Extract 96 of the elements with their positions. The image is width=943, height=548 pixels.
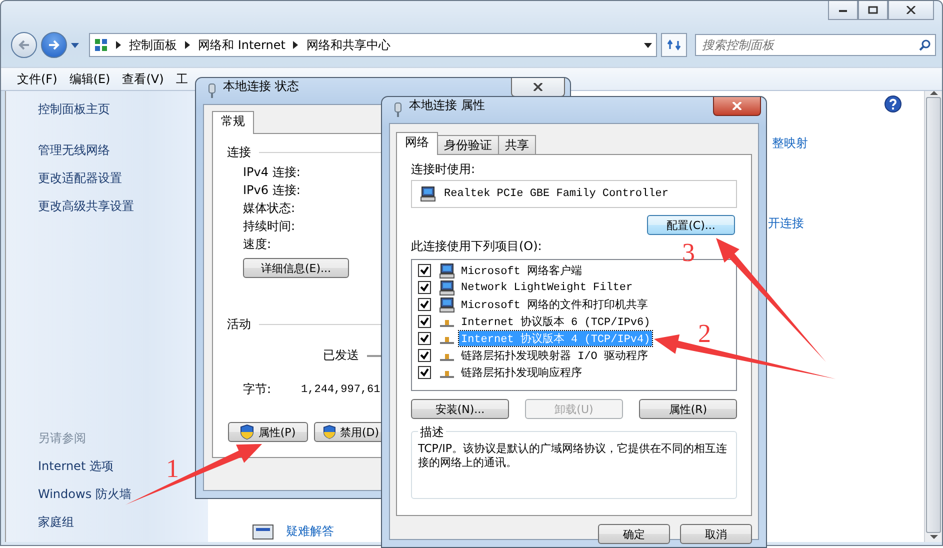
menu-item[interactable]: 查看(V) — [122, 70, 164, 88]
back-button[interactable] — [11, 32, 37, 58]
checkbox[interactable] — [418, 298, 431, 311]
close-icon — [533, 83, 543, 91]
help-icon[interactable] — [884, 95, 902, 113]
network-computer-icon — [439, 262, 455, 278]
description-text: TCP/IP。该协议是默认的广域网络协议，它提供在不同的相互连接的网络上的通讯。 — [418, 442, 728, 470]
maximize-button[interactable] — [858, 1, 888, 20]
scrollbar-thumb[interactable] — [926, 97, 941, 533]
annotation-number: 2 — [698, 321, 711, 347]
dropdown-caret-icon[interactable] — [644, 42, 652, 48]
breadcrumb[interactable]: 控制面板 — [129, 36, 177, 54]
protocol-icon — [439, 371, 455, 378]
checkbox[interactable] — [418, 349, 431, 362]
scrollbar[interactable] — [924, 91, 942, 542]
checkbox[interactable] — [418, 366, 431, 379]
field-label: 速度: — [243, 236, 272, 252]
list-item[interactable]: Microsoft 网络的文件和打印机共享 — [459, 297, 650, 312]
dialog-title: 本地连接 属性 — [409, 97, 485, 114]
see-also-heading: 另请参阅 — [38, 430, 87, 447]
list-item[interactable]: Internet 协议版本 6 (TCP/IPv6) — [459, 314, 652, 329]
group-title: 描述 — [418, 424, 446, 441]
protocol-icon — [439, 337, 455, 344]
dialog-title: 本地连接 状态 — [223, 78, 299, 95]
plug-icon — [393, 102, 403, 118]
monitor-icon — [252, 524, 274, 540]
field-label: IPv4 连接: — [243, 164, 300, 180]
list-item[interactable]: 链路层拓扑发现映射器 I/O 驱动程序 — [459, 348, 650, 363]
link[interactable]: 整映射 — [772, 135, 808, 152]
field-label: 媒体状态: — [243, 200, 296, 216]
menu-item[interactable]: 文件(F) — [17, 70, 58, 88]
properties-button[interactable]: 属性(R) — [639, 399, 737, 419]
annotation-number: 1 — [166, 456, 179, 482]
menu-item[interactable]: 编辑(E) — [69, 70, 110, 88]
link[interactable]: 开连接 — [768, 215, 804, 232]
maximize-icon — [868, 6, 878, 14]
minimize-icon — [838, 7, 848, 13]
field-label: 连接时使用: — [411, 161, 476, 178]
close-button[interactable] — [511, 78, 565, 97]
protocol-icon — [439, 320, 455, 327]
network-computer-icon — [420, 186, 436, 202]
checkbox[interactable] — [418, 332, 431, 345]
list-item[interactable]: Microsoft 网络客户端 — [459, 263, 584, 278]
breadcrumb-arrow-icon[interactable] — [293, 41, 298, 49]
protocol-icon — [439, 354, 455, 361]
breadcrumb[interactable]: 网络和共享中心 — [306, 36, 390, 54]
network-computer-icon — [439, 280, 455, 296]
ok-button[interactable]: 确定 — [598, 524, 670, 544]
forward-button[interactable] — [41, 32, 67, 58]
scroll-down-icon[interactable] — [930, 535, 938, 539]
breadcrumb-arrow-icon[interactable] — [185, 41, 190, 49]
checkbox[interactable] — [418, 315, 431, 328]
properties-button[interactable]: 属性(P) — [228, 422, 308, 442]
shield-icon — [323, 424, 336, 440]
configure-button[interactable]: 配置(C)... — [647, 215, 735, 235]
checkbox[interactable] — [418, 264, 431, 277]
adapter-name: Realtek PCIe GBE Family Controller — [444, 188, 668, 200]
tab[interactable]: 网络 — [396, 132, 438, 155]
link[interactable]: 疑难解答 — [286, 523, 334, 540]
back-arrow-icon — [18, 40, 30, 50]
tab[interactable]: 共享 — [498, 135, 536, 154]
breadcrumb[interactable]: 网络和 Internet — [198, 36, 286, 54]
sidebar-link[interactable]: 家庭组 — [38, 514, 208, 531]
cancel-button[interactable]: 取消 — [680, 524, 752, 544]
list-item[interactable]: Network LightWeight Filter — [459, 282, 635, 294]
shield-icon — [240, 424, 254, 440]
field-label: 此连接使用下列项目(O): — [411, 238, 542, 255]
checkbox[interactable] — [418, 281, 431, 294]
field-label: IPv6 连接: — [243, 182, 300, 198]
refresh-icon — [667, 39, 681, 51]
install-button[interactable]: 安装(N)... — [411, 399, 509, 419]
refresh-button[interactable] — [661, 33, 687, 57]
close-button[interactable] — [888, 1, 934, 20]
section-heading: 连接 — [227, 144, 251, 161]
close-icon — [732, 102, 742, 110]
menu-item[interactable]: 工 — [176, 70, 188, 88]
minimize-button[interactable] — [828, 1, 858, 20]
bytes-label: 字节: — [243, 381, 272, 398]
network-grid-icon — [94, 38, 108, 52]
breadcrumb-arrow-icon[interactable] — [116, 41, 121, 49]
tab[interactable]: 常规 — [212, 111, 254, 134]
field-label: 持续时间: — [243, 218, 296, 234]
search-icon — [919, 39, 931, 51]
search-field[interactable]: 搜索控制面板 — [695, 34, 936, 56]
details-button[interactable]: 详细信息(E)... — [243, 258, 349, 278]
plug-icon — [207, 83, 217, 99]
column-heading: 已发送 — [323, 347, 359, 364]
forward-arrow-icon — [48, 40, 60, 50]
address-bar[interactable]: 控制面板 网络和 Internet 网络和共享中心 — [89, 33, 657, 57]
list-item[interactable]: 链路层拓扑发现响应程序 — [459, 365, 584, 380]
close-button[interactable] — [713, 97, 761, 116]
close-icon — [906, 6, 916, 14]
bytes-value: 1,244,997,61 — [301, 384, 380, 396]
section-heading: 活动 — [227, 316, 251, 333]
tab[interactable]: 身份验证 — [437, 135, 499, 154]
network-computer-icon — [439, 296, 455, 312]
